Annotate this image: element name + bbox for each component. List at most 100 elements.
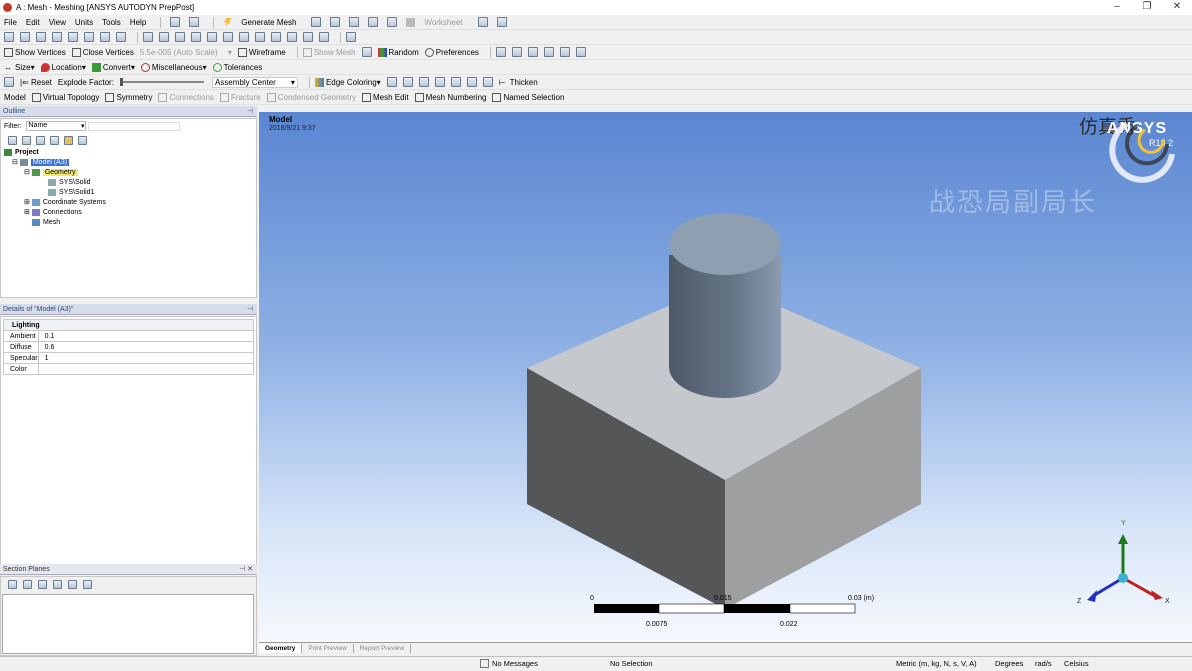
pin-icon[interactable]: ⊣ xyxy=(247,106,253,117)
cursor-mode-icon[interactable] xyxy=(189,17,200,27)
menu-view[interactable]: View xyxy=(49,18,66,27)
tree-expand-icon[interactable] xyxy=(50,136,59,145)
filter-search-input[interactable] xyxy=(87,121,180,131)
tree-node-solid[interactable]: SYS\Solid xyxy=(4,178,106,188)
tree-node-project[interactable]: Project xyxy=(4,148,106,158)
generate-mesh-button[interactable]: Generate Mesh xyxy=(223,17,305,27)
worksheet-button[interactable]: Worksheet xyxy=(406,17,471,27)
select-body-icon[interactable] xyxy=(52,32,62,42)
pin-icon[interactable]: ⊣ xyxy=(247,304,253,315)
auto-scale-dropdown[interactable]: 5.5e-005 (Auto Scale) ▾ xyxy=(140,48,232,57)
thicken-handle-icon[interactable] xyxy=(482,77,493,87)
mesh-quality-icon-1[interactable] xyxy=(495,47,506,57)
thicken-button[interactable]: ⊢ Thicken xyxy=(499,78,538,87)
tab-print-preview[interactable]: Print Preview xyxy=(302,644,354,653)
help-cursor-icon[interactable] xyxy=(477,17,488,27)
tree-node-solid1[interactable]: SYS\Solid1 xyxy=(4,188,106,198)
mesh-display-icon[interactable] xyxy=(330,17,341,27)
box-zoom-icon[interactable] xyxy=(191,32,201,42)
convert-dropdown[interactable]: Convert ▾ xyxy=(91,62,135,72)
next-view-icon[interactable] xyxy=(255,32,265,42)
tab-report-preview[interactable]: Report Preview xyxy=(354,644,412,653)
previous-view-icon[interactable] xyxy=(239,32,249,42)
select-vertex-icon[interactable] xyxy=(4,32,14,42)
status-units[interactable]: Metric (m, kg, N, s, V, A) xyxy=(896,659,977,668)
minimize-button[interactable]: – xyxy=(1102,0,1132,15)
mesh-numbering-button[interactable]: Mesh Numbering xyxy=(414,92,486,102)
tree-toggle[interactable]: ⊞ xyxy=(24,199,30,206)
menu-help[interactable]: Help xyxy=(130,18,146,27)
tree-node-mesh[interactable]: Mesh xyxy=(4,218,106,228)
details-row[interactable]: Color xyxy=(3,363,255,375)
cylinder-top-face[interactable] xyxy=(669,213,781,275)
delete-section-plane-icon[interactable] xyxy=(38,580,47,589)
fracture-button[interactable]: Fracture xyxy=(219,92,261,102)
details-value[interactable]: 1 xyxy=(37,352,255,364)
tree-toggle[interactable]: ⊞ xyxy=(24,209,30,216)
close-vertices-button[interactable]: Close Vertices xyxy=(71,47,134,57)
image-dropdown-icon[interactable] xyxy=(387,17,398,27)
tree-node-coordinate-systems[interactable]: ⊞ Coordinate Systems xyxy=(4,198,106,208)
close-panel-icon[interactable]: ⊣ ✕ xyxy=(239,564,253,575)
select-mode-icon[interactable] xyxy=(170,17,181,27)
menu-file[interactable]: File xyxy=(4,18,17,27)
select-face-icon[interactable] xyxy=(36,32,46,42)
viewport-icon[interactable] xyxy=(303,32,313,42)
location-dropdown[interactable]: Location ▾ xyxy=(40,62,86,72)
select-mesh-icon[interactable] xyxy=(84,32,94,42)
select-element-icon[interactable] xyxy=(116,32,126,42)
virtual-topology-button[interactable]: Virtual Topology xyxy=(31,92,99,102)
zoom-fit-icon[interactable] xyxy=(207,32,217,42)
tolerances-button[interactable]: Tolerances xyxy=(212,62,262,72)
folder-icon[interactable] xyxy=(64,136,73,145)
edge-style-icon-3[interactable] xyxy=(418,77,429,87)
preferences-button[interactable]: Preferences xyxy=(424,47,479,57)
tree-node-connections[interactable]: ⊞ Connections xyxy=(4,208,106,218)
section-icon[interactable] xyxy=(361,47,372,57)
explode-icon[interactable] xyxy=(4,77,14,87)
tree-node-geometry[interactable]: ⊟ Geometry xyxy=(4,168,106,178)
size-dropdown[interactable]: ↔ Size ▾ xyxy=(4,63,35,72)
status-messages[interactable]: No Messages xyxy=(492,659,538,668)
connections-button[interactable]: Connections xyxy=(158,92,214,102)
wireframe-button[interactable]: Wireframe xyxy=(237,47,286,57)
expand-all-icon[interactable] xyxy=(8,136,17,145)
extend-selection-icon[interactable] xyxy=(68,32,78,42)
condensed-geometry-button[interactable]: Condensed Geometry xyxy=(266,92,356,102)
mesh-quality-icon-6[interactable] xyxy=(575,47,586,57)
mesh-quality-icon-2[interactable] xyxy=(511,47,522,57)
section-options-icon[interactable] xyxy=(68,580,77,589)
zoom-icon[interactable] xyxy=(175,32,185,42)
collapse-icon[interactable] xyxy=(22,136,31,145)
show-mesh-button[interactable]: Show Mesh xyxy=(302,47,356,57)
cylinder-side[interactable] xyxy=(669,255,781,398)
details-row[interactable]: Specular 1 xyxy=(3,352,255,364)
symmetry-button[interactable]: Symmetry xyxy=(105,92,152,102)
mesh-quality-icon-5[interactable] xyxy=(559,47,570,57)
mesh-edit-button[interactable]: Mesh Edit xyxy=(361,92,409,102)
edit-section-plane-icon[interactable] xyxy=(23,580,32,589)
pencil-icon[interactable] xyxy=(466,77,477,87)
menu-units[interactable]: Units xyxy=(75,18,93,27)
miscellaneous-dropdown[interactable]: Miscellaneous ▾ xyxy=(140,62,207,72)
edge-style-icon-2[interactable] xyxy=(402,77,413,87)
named-selection-button[interactable]: Named Selection xyxy=(492,92,564,102)
magnifier-icon[interactable] xyxy=(223,32,233,42)
details-group-row[interactable]: Lighting xyxy=(3,319,254,331)
mesh-quality-icon-4[interactable] xyxy=(543,47,554,57)
edge-style-icon-4[interactable] xyxy=(434,77,445,87)
details-value[interactable]: 0.6 xyxy=(37,341,255,353)
reset-button[interactable]: |⇐ Reset xyxy=(20,78,52,87)
details-value[interactable] xyxy=(37,363,255,375)
edge-coloring-dropdown[interactable]: Edge Coloring ▾ xyxy=(314,77,381,87)
text-icon[interactable] xyxy=(349,17,360,27)
explode-factor-slider[interactable] xyxy=(119,78,204,86)
graphics-viewport[interactable]: Model 2018/9/21 9:37 战恐局副局长 仿真秀 ANSYS R1… xyxy=(259,112,1192,642)
details-row[interactable]: Diffuse 0.6 xyxy=(3,341,255,353)
mesh-quality-icon-3[interactable] xyxy=(527,47,538,57)
filter-select[interactable]: Name ▾ xyxy=(25,121,86,131)
isometric-view-icon[interactable] xyxy=(271,32,281,42)
image-icon[interactable] xyxy=(368,17,379,27)
details-row[interactable]: Ambient 0.1 xyxy=(3,330,255,342)
slider-thumb[interactable] xyxy=(119,78,123,86)
